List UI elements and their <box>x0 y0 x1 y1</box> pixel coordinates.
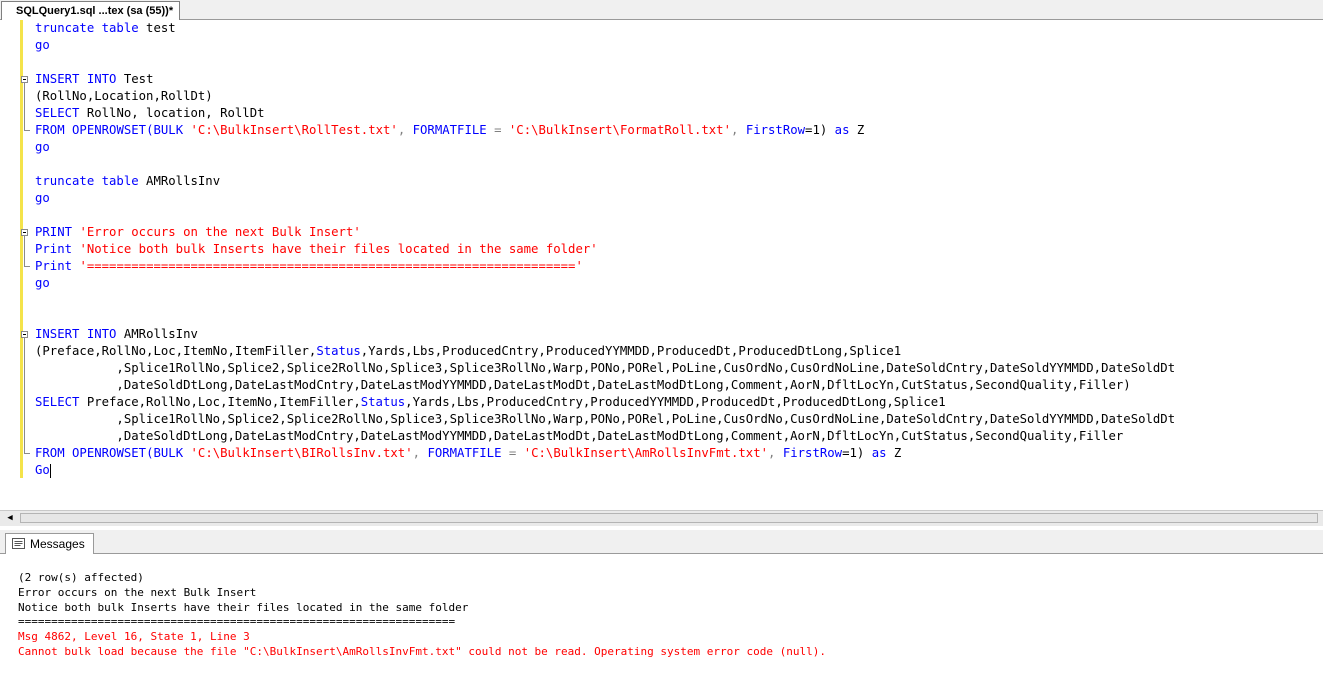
message-line: Notice both bulk Inserts have their file… <box>18 601 469 614</box>
scroll-left-arrow-icon[interactable]: ◀ <box>3 512 17 525</box>
messages-pane[interactable]: (2 row(s) affected) Error occurs on the … <box>0 555 1323 688</box>
messages-tab-label: Messages <box>30 537 85 551</box>
error-message-line: Msg 4862, Level 16, State 1, Line 3 <box>18 630 250 643</box>
results-tab-strip: Messages <box>0 530 1323 554</box>
code-line: go <box>35 38 50 52</box>
code-line: go <box>35 276 50 290</box>
horizontal-scrollbar[interactable]: ◀ <box>0 510 1323 526</box>
fold-guide-end <box>24 130 30 131</box>
messages-icon <box>12 538 25 549</box>
message-line: Error occurs on the next Bulk Insert <box>18 586 257 599</box>
error-message-line: Cannot bulk load because the file "C:\Bu… <box>18 645 826 658</box>
sql-editor[interactable]: truncate table test go INSERT INTO Test … <box>0 20 1323 510</box>
fold-guide <box>24 83 25 130</box>
code-line: INSERT INTO Test <box>35 72 154 86</box>
query-document-tab[interactable]: SQLQuery1.sql ...tex (sa (55))* <box>1 1 181 20</box>
changed-lines-margin <box>20 20 23 478</box>
code-line: FROM OPENROWSET(BULK 'C:\BulkInsert\Roll… <box>35 123 865 137</box>
code-line: (Preface,RollNo,Loc,ItemNo,ItemFiller,St… <box>35 344 902 358</box>
code-line: Print 'Notice both bulk Inserts have the… <box>35 242 598 256</box>
text-caret <box>49 463 51 478</box>
message-line: ========================================… <box>18 615 456 628</box>
code-line: ,Splice1RollNo,Splice2,Splice2RollNo,Spl… <box>35 361 1176 375</box>
code-line: ,Splice1RollNo,Splice2,Splice2RollNo,Spl… <box>35 412 1176 426</box>
code-line: SELECT Preface,RollNo,Loc,ItemNo,ItemFil… <box>35 395 946 409</box>
code-line: truncate table test <box>35 21 176 35</box>
fold-minus-icon[interactable] <box>21 229 28 236</box>
code-line: INSERT INTO AMRollsInv <box>35 327 198 341</box>
message-line: (2 row(s) affected) <box>18 571 144 584</box>
document-tab-strip: SQLQuery1.sql ...tex (sa (55))* <box>0 0 1323 20</box>
code-line: go <box>35 140 50 154</box>
code-line: SELECT RollNo, location, RollDt <box>35 106 265 120</box>
fold-minus-icon[interactable] <box>21 331 28 338</box>
query-tab-title: SQLQuery1.sql ...tex (sa (55))* <box>16 5 174 17</box>
code-line: FROM OPENROWSET(BULK 'C:\BulkInsert\BIRo… <box>35 446 902 460</box>
code-line: ,DateSoldDtLong,DateLastModCntry,DateLas… <box>35 429 1124 443</box>
code-line: Print '=================================… <box>35 259 583 273</box>
code-line: truncate table AMRollsInv <box>35 174 221 188</box>
scrollbar-thumb[interactable] <box>20 513 1318 523</box>
fold-minus-icon[interactable] <box>21 76 28 83</box>
tab-messages[interactable]: Messages <box>5 533 94 554</box>
code-line: Go <box>35 463 51 478</box>
code-line: ,DateSoldDtLong,DateLastModCntry,DateLas… <box>35 378 1131 392</box>
code-line: PRINT 'Error occurs on the next Bulk Ins… <box>35 225 361 239</box>
fold-guide <box>24 236 25 266</box>
fold-guide-end <box>24 453 30 454</box>
code-line: go <box>35 191 50 205</box>
fold-guide <box>24 338 25 453</box>
fold-guide-end <box>24 266 30 267</box>
code-line: (RollNo,Location,RollDt) <box>35 89 213 103</box>
